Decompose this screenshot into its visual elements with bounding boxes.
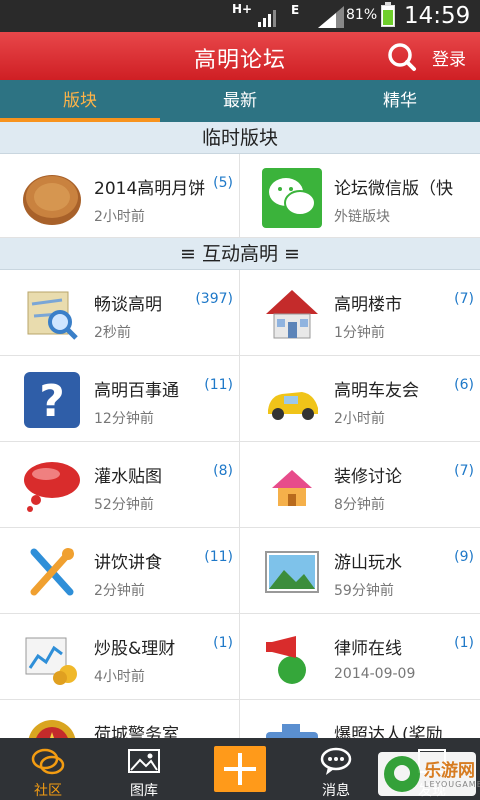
megaphone-icon [266,636,306,684]
board-time: 59分钟前 [334,583,394,599]
board-name: 装修讨论 [334,467,402,487]
plus-icon[interactable] [214,746,266,792]
board-item[interactable]: 讲饮讲食 (11) 2分钟前 [0,528,240,614]
signal-icon-2 [318,6,344,28]
board-item[interactable]: 2014高明月饼 (5) 2小时前 [0,154,240,238]
board-count: (11) [204,549,233,565]
landscape-icon [265,551,319,593]
board-item[interactable]: ? 高明百事通 (11) 12分钟前 [0,356,240,442]
nav-gallery[interactable]: 图库 [96,738,192,800]
watermark-text: 乐游网 [424,761,475,781]
board-item[interactable]: 灌水贴图 (8) 52分钟前 [0,442,240,528]
tab-boards[interactable]: 版块 [0,80,160,122]
board-name: 讲饮讲食 [94,553,162,573]
battery-percent: 81% [346,7,378,23]
board-count: (1) [213,635,233,651]
signal-icon [258,10,276,27]
board-name: 高明百事通 [94,381,179,401]
section-header-temp: 临时版块 [0,122,480,154]
board-item[interactable]: 律师在线 (1) 2014-09-09 [240,614,480,700]
fork-spoon-icon [30,548,74,596]
app-header: 高明论坛 登录 [0,32,480,80]
house-icon [266,290,318,339]
map-magnifier-icon [27,291,78,340]
clock: 14:59 [404,3,471,29]
watermark-subtext: LEYOUGAME [424,780,480,789]
board-name: 炒股&理财 [94,639,176,659]
board-time: 2014-09-09 [334,666,416,682]
board-time: 1分钟前 [334,325,385,341]
board-count: (6) [454,377,474,393]
board-time: 4小时前 [94,669,145,685]
board-name: 律师在线 [334,639,402,659]
tab-featured[interactable]: 精华 [320,80,480,122]
question-icon: ? [24,372,80,428]
board-count: (397) [195,291,233,307]
nav-label: 消息 [322,783,350,799]
battery-icon [381,2,395,27]
wechat-icon [262,168,322,228]
board-item[interactable]: 游山玩水 (9) 59分钟前 [240,528,480,614]
board-name: 畅谈高明 [94,295,162,315]
board-name: 2014高明月饼 [94,179,206,199]
network-type-2: E [291,3,300,17]
svg-text:?: ? [39,376,65,427]
board-time: 8分钟前 [334,497,385,513]
board-count: (5) [213,175,233,191]
board-time: 12分钟前 [94,411,154,427]
board-count: (7) [454,291,474,307]
board-name: 灌水贴图 [94,467,162,487]
nav-label: 社区 [34,783,62,799]
watermark-logo: 乐游网 LEYOUGAME [378,752,480,796]
stock-chart-icon [25,637,77,685]
board-time: 2小时前 [94,209,145,225]
status-bar: H+ E 81% 14:59 [0,0,480,32]
board-count: (7) [454,463,474,479]
board-count: (11) [204,377,233,393]
board-time: 2小时前 [334,411,385,427]
board-name: 高明楼市 [334,295,402,315]
board-count: (8) [213,463,233,479]
gallery-icon [128,749,160,773]
board-item[interactable]: 畅谈高明 (397) 2秒前 [0,270,240,356]
board-item[interactable]: 炒股&理财 (1) 4小时前 [0,614,240,700]
board-name: 游山玩水 [334,553,402,573]
login-button[interactable]: 登录 [432,45,466,70]
tab-latest[interactable]: 最新 [160,80,320,122]
message-icon [320,747,352,775]
board-item[interactable]: 论坛微信版（快 外链版块 [240,154,480,238]
board-name: 高明车友会 [334,381,419,401]
board-time: 2秒前 [94,325,131,341]
board-count: (9) [454,549,474,565]
board-item[interactable]: 高明楼市 (7) 1分钟前 [240,270,480,356]
board-time: 外链版块 [334,209,390,225]
mooncake-icon [23,175,81,225]
search-icon[interactable] [385,40,417,72]
car-icon [268,392,318,420]
board-name: 论坛微信版（快 [334,179,453,199]
board-time: 52分钟前 [94,497,154,513]
community-icon [31,748,65,775]
network-type: H+ [232,2,253,16]
small-house-icon [272,470,312,506]
nav-message[interactable]: 消息 [288,738,384,800]
speech-bubble-icon [24,462,80,512]
board-count: (1) [454,635,474,651]
nav-label: 图库 [130,783,158,799]
section-header-interact: ≡ 互动高明 ≡ [0,238,480,270]
board-time: 2分钟前 [94,583,145,599]
board-item[interactable]: 高明车友会 (6) 2小时前 [240,356,480,442]
nav-community[interactable]: 社区 [0,738,96,800]
board-item[interactable]: 装修讨论 (7) 8分钟前 [240,442,480,528]
tab-bar: 版块 最新 精华 [0,80,480,122]
leaf-logo-icon [384,756,420,792]
